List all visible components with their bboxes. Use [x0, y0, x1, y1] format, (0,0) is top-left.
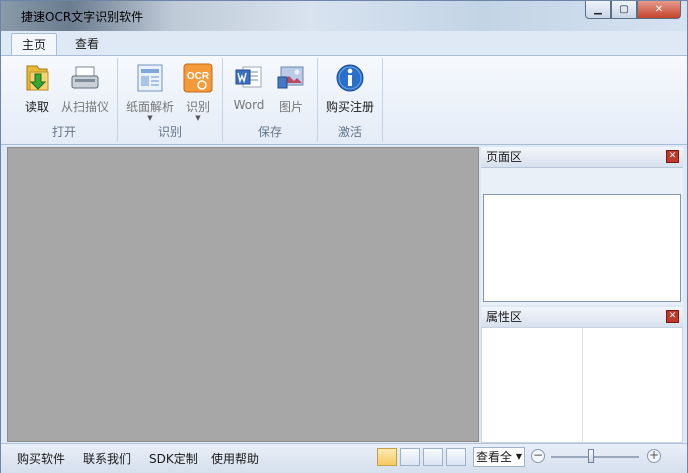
ribbon-group-save: Word 图片 保存 — [223, 58, 318, 142]
purchase-register-label: 购买注册 — [325, 100, 374, 114]
zoom-select-value: 查看全 — [476, 450, 513, 464]
close-icon: ✕ — [654, 4, 664, 15]
link-help[interactable]: 使用帮助 — [211, 450, 259, 467]
purchase-register-button[interactable]: 购买注册 — [322, 62, 378, 115]
folder-arrow-icon — [21, 62, 53, 94]
view-text-button[interactable] — [423, 448, 443, 466]
ocr-button[interactable]: OCR 识别 ▼ — [180, 62, 216, 122]
group-label-save: 保存 — [257, 125, 282, 139]
read-label: 读取 — [24, 100, 49, 114]
app-window: 捷速OCR文字识别软件 ▁ ▢ ✕ 主页 查看 读取 从扫描仪 打开 纸面解析 … — [0, 0, 688, 473]
ribbon-group-activate: 购买注册 激活 — [318, 58, 383, 142]
page-panel-title: 页面区 — [486, 150, 523, 164]
page-panel-header: 页面区 ✕ — [481, 147, 683, 168]
ribbon-tabs: 主页 查看 — [1, 31, 687, 56]
read-button[interactable]: 读取 — [17, 62, 57, 115]
maximize-button[interactable]: ▢ — [611, 1, 637, 19]
word-doc-icon — [233, 62, 265, 94]
tab-view[interactable]: 查看 — [65, 33, 109, 55]
page-panel: 页面区 ✕ — [481, 147, 683, 305]
properties-column-divider — [582, 328, 583, 442]
ribbon-group-open: 读取 从扫描仪 打开 — [11, 58, 118, 142]
chevron-down-icon: ▼ — [515, 452, 522, 461]
save-word-label: Word — [233, 98, 265, 112]
group-label-recognize: 识别 — [157, 125, 182, 139]
save-image-button[interactable]: 图片 — [273, 62, 309, 115]
group-label-open: 打开 — [51, 125, 76, 139]
view-single-page-button[interactable] — [377, 448, 397, 466]
layout-analysis-icon — [134, 62, 166, 94]
app-title: 捷速OCR文字识别软件 — [21, 10, 144, 24]
zoom-in-button[interactable]: + — [647, 449, 661, 463]
zoom-select[interactable]: 查看全 ▼ — [473, 447, 525, 467]
save-image-label: 图片 — [278, 100, 303, 114]
properties-panel-header: 属性区 ✕ — [481, 307, 683, 328]
page-thumbnail-area[interactable] — [483, 194, 681, 302]
window-controls: ▁ ▢ ✕ — [585, 1, 681, 19]
save-word-button[interactable]: Word — [231, 62, 267, 112]
view-split-button[interactable] — [446, 448, 466, 466]
scanner-label: 从扫描仪 — [60, 100, 109, 114]
ribbon: 读取 从扫描仪 打开 纸面解析 ▼ OCR 识别 ▼ 识别 Word 图片 保存… — [1, 55, 687, 145]
minimize-icon: ▁ — [594, 4, 602, 15]
status-bar: 购买软件 联系我们 SDK定制 使用帮助 查看全 ▼ − + — [1, 443, 687, 473]
ocr-label: 识别 — [185, 100, 210, 114]
properties-grid[interactable] — [481, 327, 683, 443]
zoom-slider-track[interactable] — [551, 456, 639, 458]
minimize-button[interactable]: ▁ — [585, 1, 611, 19]
document-workspace[interactable] — [7, 147, 479, 442]
group-label-activate: 激活 — [337, 125, 362, 139]
info-icon — [334, 62, 366, 94]
maximize-icon: ▢ — [619, 4, 629, 15]
scanner-button[interactable]: 从扫描仪 — [59, 62, 111, 115]
chevron-down-icon: ▼ — [195, 114, 201, 122]
zoom-slider-thumb[interactable] — [587, 449, 594, 463]
properties-panel-title: 属性区 — [486, 310, 523, 324]
close-icon[interactable]: ✕ — [666, 310, 679, 323]
view-image-button[interactable] — [400, 448, 420, 466]
ribbon-group-recognize: 纸面解析 ▼ OCR 识别 ▼ 识别 — [118, 58, 223, 142]
link-sdk-custom[interactable]: SDK定制 — [149, 450, 198, 467]
title-bar[interactable]: 捷速OCR文字识别软件 ▁ ▢ ✕ — [1, 1, 687, 31]
properties-panel: 属性区 ✕ — [481, 307, 683, 443]
scanner-icon — [69, 62, 101, 94]
link-contact-us[interactable]: 联系我们 — [83, 450, 131, 467]
close-icon[interactable]: ✕ — [666, 150, 679, 163]
layout-analysis-label: 纸面解析 — [125, 100, 174, 114]
layout-analysis-button[interactable]: 纸面解析 ▼ — [122, 62, 178, 122]
tab-home[interactable]: 主页 — [11, 33, 58, 56]
link-buy-software[interactable]: 购买软件 — [17, 450, 65, 467]
close-button[interactable]: ✕ — [637, 1, 681, 19]
zoom-out-button[interactable]: − — [531, 449, 545, 463]
ocr-icon-text: OCR — [187, 71, 210, 82]
chevron-down-icon: ▼ — [147, 114, 153, 122]
picture-icon — [275, 62, 307, 94]
ocr-icon: OCR — [182, 62, 214, 94]
